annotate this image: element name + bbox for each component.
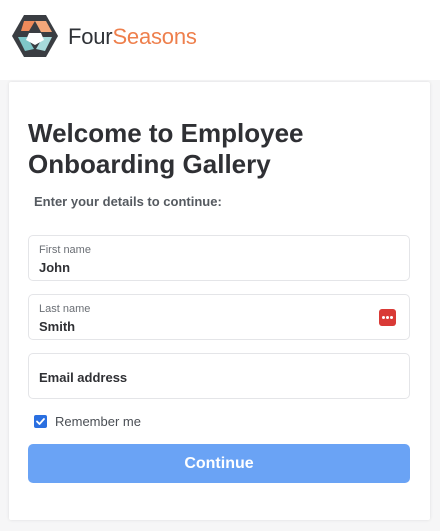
first-name-field[interactable]: First name John — [28, 235, 410, 281]
remember-me-row[interactable]: Remember me — [34, 413, 141, 429]
first-name-value[interactable]: John — [39, 260, 70, 275]
last-name-field[interactable]: Last name Smith — [28, 294, 410, 340]
site-header: FourSeasons — [0, 0, 440, 80]
remember-me-label: Remember me — [55, 413, 141, 429]
email-field[interactable]: Email address — [28, 353, 410, 399]
remember-me-checkbox[interactable] — [34, 414, 47, 428]
checkmark-icon — [36, 417, 45, 425]
brand-name-part1: Four — [68, 24, 113, 49]
last-name-value[interactable]: Smith — [39, 319, 75, 334]
onboarding-form-card: Welcome to Employee Onboarding Gallery E… — [9, 82, 430, 520]
continue-button[interactable]: Continue — [28, 444, 410, 483]
page-title: Welcome to Employee Onboarding Gallery — [28, 118, 304, 179]
form-subtitle: Enter your details to continue: — [34, 194, 222, 209]
brand-name-part2: Seasons — [112, 24, 197, 49]
first-name-label: First name — [39, 244, 91, 256]
email-placeholder: Email address — [39, 370, 128, 385]
brand-name: FourSeasons — [68, 24, 197, 50]
password-manager-icon[interactable] — [379, 309, 396, 326]
fourseasons-logo-icon — [10, 13, 60, 59]
last-name-label: Last name — [39, 303, 91, 315]
